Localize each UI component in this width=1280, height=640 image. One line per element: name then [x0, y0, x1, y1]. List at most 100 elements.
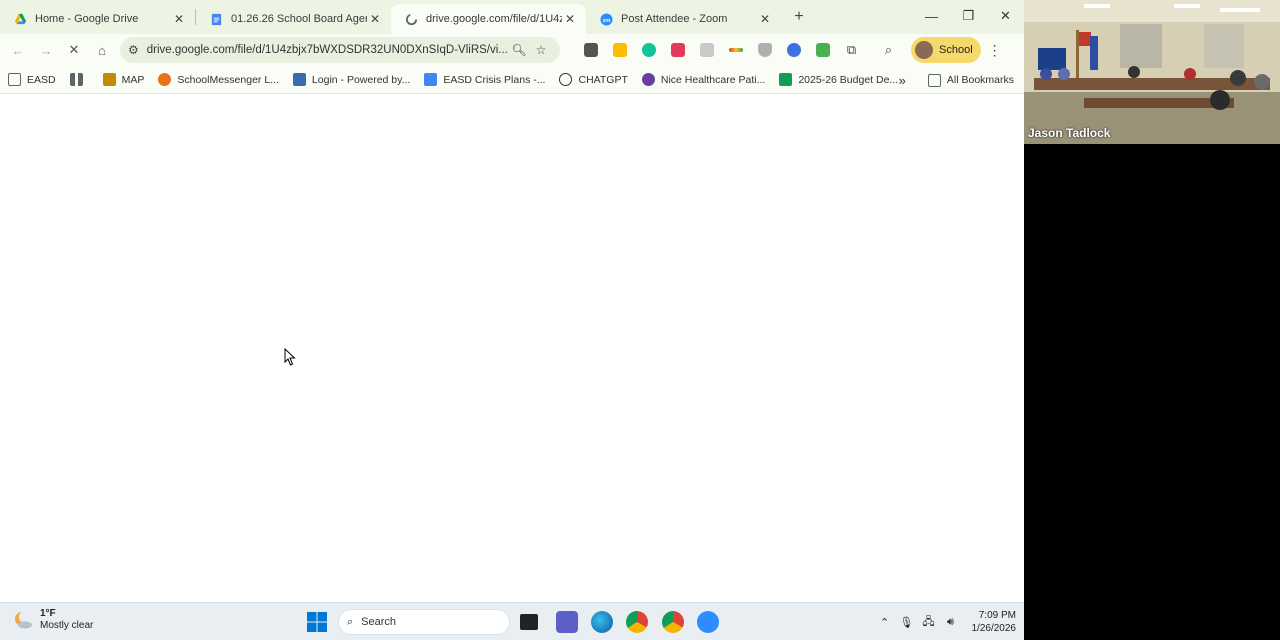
- sheets-icon: [779, 73, 793, 86]
- tab-title: Post Attendee - Zoom: [621, 13, 728, 25]
- file-explorer-icon[interactable]: [520, 614, 538, 630]
- browser-window: Home - Google Drive ✕ 01.26.26 School Bo…: [0, 0, 1024, 602]
- chrome-icon[interactable]: [626, 611, 648, 633]
- back-icon[interactable]: ←: [4, 36, 32, 64]
- windows-taskbar: 1°F Mostly clear ⌕ Search ⌃ 🎙︎ 🖧︎ 🔊︎ 7:0…: [0, 602, 1024, 640]
- more-bookmarks-icon[interactable]: »: [899, 73, 906, 88]
- meeting-room-image: [1024, 0, 1280, 144]
- bookmarks-bar: EASD MAP SchoolMessenger L... Login - Po…: [0, 66, 1024, 94]
- clock[interactable]: 7:09 PM 1/26/2026: [972, 609, 1017, 635]
- grammarly-icon[interactable]: [634, 37, 663, 63]
- temperature: 1°F: [40, 608, 56, 619]
- close-window-icon[interactable]: ✕: [987, 0, 1024, 32]
- kami-icon[interactable]: [663, 37, 692, 63]
- tab-title: 01.26.26 School Board Agenda: [231, 13, 367, 25]
- weather-widget[interactable]: 1°F Mostly clear: [12, 608, 93, 632]
- puzzle-icon[interactable]: ⧉: [837, 37, 866, 63]
- network-icon[interactable]: 🖧︎: [918, 613, 940, 632]
- window-controls: — ❐ ✕: [913, 0, 1024, 32]
- chevron-up-icon[interactable]: ⌃: [874, 616, 896, 629]
- shield-icon[interactable]: [750, 37, 779, 63]
- bookmark-map[interactable]: MAP: [102, 73, 144, 86]
- teams-icon[interactable]: [556, 611, 578, 633]
- extension-icon[interactable]: [576, 37, 605, 63]
- tab-search-icon[interactable]: ⌕: [874, 37, 903, 63]
- bookmark-schoolmessenger[interactable]: SchoolMessenger L...: [158, 73, 279, 86]
- bookmarks-right: » All Bookmarks: [899, 66, 1014, 94]
- tab-school-board-agenda[interactable]: 01.26.26 School Board Agenda ✕: [196, 4, 391, 34]
- securly-icon[interactable]: [779, 37, 808, 63]
- minimize-icon[interactable]: —: [913, 0, 950, 32]
- taskbar-search[interactable]: ⌕ Search: [338, 609, 510, 635]
- avatar: [915, 41, 933, 59]
- address-bar[interactable]: ⚙ drive.google.com/file/d/1U4zbjx7bWXDSD…: [120, 37, 560, 63]
- classroom-icon[interactable]: [808, 37, 837, 63]
- tab-google-drive[interactable]: Home - Google Drive ✕: [0, 4, 195, 34]
- zoom-app-icon[interactable]: [697, 611, 719, 633]
- docs-icon: [424, 73, 438, 86]
- site-info-icon[interactable]: ⚙: [128, 43, 139, 57]
- zoom-icon: zm: [600, 12, 613, 26]
- screen: Home - Google Drive ✕ 01.26.26 School Bo…: [0, 0, 1280, 640]
- close-tab-icon[interactable]: ✕: [171, 12, 187, 26]
- menu-icon[interactable]: ⋮: [981, 42, 1009, 59]
- participant-name: Jason Tadlock: [1028, 126, 1111, 140]
- windows-start-icon[interactable]: [306, 611, 328, 633]
- map-icon: [102, 73, 116, 86]
- nice-healthcare-icon: [641, 73, 655, 86]
- clock-time: 7:09 PM: [978, 610, 1016, 621]
- close-tab-icon[interactable]: ✕: [562, 12, 578, 26]
- google-docs-icon: [211, 13, 222, 25]
- forward-icon[interactable]: →: [32, 36, 60, 64]
- svg-text:zm: zm: [603, 17, 611, 23]
- bookmark-crisis-plans[interactable]: EASD Crisis Plans -...: [424, 73, 545, 86]
- schoolmessenger-icon: [158, 73, 172, 86]
- apps-grid-icon: [69, 73, 83, 86]
- profile-label: School: [939, 44, 973, 56]
- tab-title: drive.google.com/file/d/1U4zb: [426, 13, 562, 25]
- weather-condition: Mostly clear: [40, 620, 94, 631]
- bookmark-easd[interactable]: EASD: [8, 73, 56, 86]
- browser-toolbar: ← → ✕ ⌂ ⚙ drive.google.com/file/d/1U4zbj…: [0, 34, 1024, 66]
- chrome-profile-icon[interactable]: [662, 611, 684, 633]
- chatgpt-icon: [559, 73, 573, 86]
- home-icon[interactable]: ⌂: [88, 36, 116, 64]
- zoom-empty-panel: [1024, 144, 1280, 640]
- zoom-video-tile: Jason Tadlock: [1024, 0, 1280, 144]
- clock-date: 1/26/2026: [971, 623, 1017, 634]
- microphone-icon[interactable]: 🎙︎: [896, 616, 918, 629]
- tab-title: Home - Google Drive: [35, 13, 139, 25]
- search-label: Search: [361, 616, 397, 628]
- restore-icon[interactable]: ❐: [950, 0, 987, 32]
- new-tab-button[interactable]: +: [785, 3, 813, 31]
- loading-icon: [405, 13, 418, 25]
- bookmark-chatgpt[interactable]: CHATGPT: [559, 73, 628, 86]
- bookmark-apps[interactable]: [69, 73, 89, 86]
- tab-strip: Home - Google Drive ✕ 01.26.26 School Bo…: [0, 0, 1024, 34]
- google-drive-icon: [14, 13, 27, 24]
- folder-bookmark-icon: [8, 73, 21, 86]
- tab-zoom[interactable]: zm Post Attendee - Zoom ✕: [586, 4, 781, 34]
- bookmark-nice-healthcare[interactable]: Nice Healthcare Pati...: [641, 73, 765, 86]
- close-tab-icon[interactable]: ✕: [367, 12, 383, 26]
- translate-icon[interactable]: [692, 37, 721, 63]
- login-icon: [292, 73, 306, 86]
- all-bookmarks-button[interactable]: All Bookmarks: [927, 73, 1014, 87]
- profile-button[interactable]: School: [911, 37, 981, 63]
- bookmark-budget[interactable]: 2025-26 Budget De...: [779, 73, 898, 86]
- url-text: drive.google.com/file/d/1U4zbjx7bWXDSDR3…: [146, 44, 508, 56]
- bookmark-login[interactable]: Login - Powered by...: [292, 73, 410, 86]
- tab-drive-file[interactable]: drive.google.com/file/d/1U4zb ✕: [391, 4, 586, 34]
- keep-icon[interactable]: [605, 37, 634, 63]
- system-tray: ⌃ 🎙︎ 🖧︎ 🔊︎ 7:09 PM 1/26/2026: [874, 607, 1017, 637]
- page-content: [0, 96, 1024, 602]
- mouse-cursor-icon: [284, 348, 296, 366]
- zoom-lens-icon[interactable]: 🔍︎: [508, 43, 530, 57]
- bookmark-star-icon[interactable]: ☆: [530, 43, 552, 57]
- edge-icon[interactable]: [591, 611, 613, 633]
- search-icon: ⌕: [347, 615, 354, 628]
- stop-loading-icon[interactable]: ✕: [60, 36, 88, 64]
- arc-icon[interactable]: [721, 37, 750, 63]
- speaker-icon[interactable]: 🔊︎: [940, 616, 962, 629]
- close-tab-icon[interactable]: ✕: [757, 12, 773, 26]
